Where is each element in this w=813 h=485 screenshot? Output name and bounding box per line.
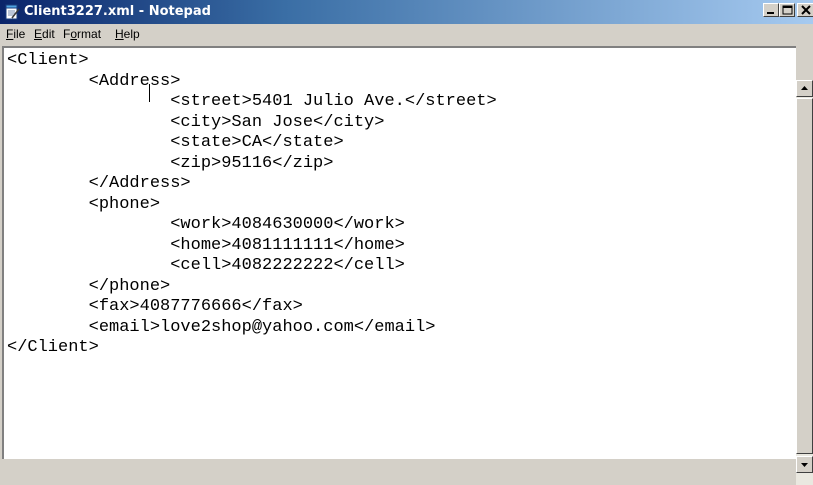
menu-edit-mnemonic: E [34,27,43,41]
menu-help-label: elp [123,27,140,41]
menu-help[interactable]: Help [115,27,140,41]
notepad-icon[interactable] [4,4,20,20]
arrow-down-icon [801,463,808,467]
scroll-down-button[interactable] [796,456,813,473]
menu-format[interactable]: Format [63,27,101,41]
maximize-icon [782,5,793,15]
menu-edit-label: dit [42,27,55,41]
maximize-button[interactable] [779,3,795,17]
notepad-window: Client3227.xml - Notepad File Edit Forma… [0,0,813,485]
minimize-button[interactable] [763,3,779,17]
vertical-scrollbar[interactable] [796,80,813,485]
menu-format-label: rmat [77,27,102,41]
menu-bar: File Edit Format Help [0,24,813,44]
minimize-icon [767,12,774,14]
menu-edit[interactable]: Edit [34,27,55,41]
close-button[interactable] [797,3,813,17]
menu-file-label: ile [13,27,26,41]
close-icon [801,5,811,15]
scroll-thumb[interactable] [796,98,813,454]
arrow-up-icon [801,86,808,90]
scroll-up-button[interactable] [796,80,813,97]
menu-help-mnemonic: H [115,27,124,41]
editor-content[interactable]: <Client> <Address> <street>5401 Julio Av… [7,51,497,359]
text-editor[interactable]: <Client> <Address> <street>5401 Julio Av… [2,46,796,459]
title-bar[interactable]: Client3227.xml - Notepad [0,0,813,24]
window-title: Client3227.xml - Notepad [24,4,211,19]
menu-file[interactable]: File [6,27,25,41]
text-caret [149,84,150,102]
